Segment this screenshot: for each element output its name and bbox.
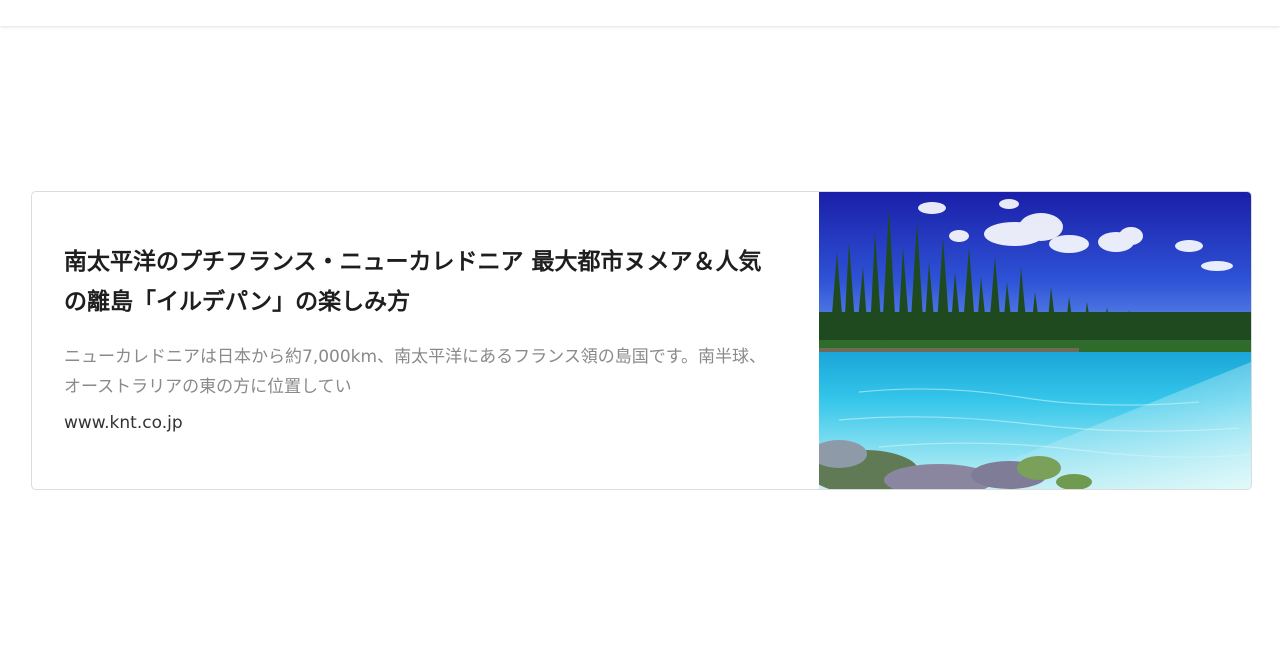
card-description: ニューカレドニアは日本から約7,000km、南太平洋にあるフランス領の島国です。… (64, 347, 767, 397)
link-preview-card[interactable]: 南太平洋のプチフランス・ニューカレドニア 最大都市ヌメア＆人気の離島「イルデパン… (31, 191, 1252, 490)
card-domain: www.knt.co.jp (64, 413, 183, 433)
top-header-bar (0, 0, 1280, 26)
card-thumbnail[interactable] (819, 192, 1251, 489)
card-title[interactable]: 南太平洋のプチフランス・ニューカレドニア 最大都市ヌメア＆人気の離島「イルデパン… (64, 242, 779, 322)
lagoon-photo (819, 192, 1251, 489)
card-text-area: 南太平洋のプチフランス・ニューカレドニア 最大都市ヌメア＆人気の離島「イルデパン… (32, 192, 819, 489)
